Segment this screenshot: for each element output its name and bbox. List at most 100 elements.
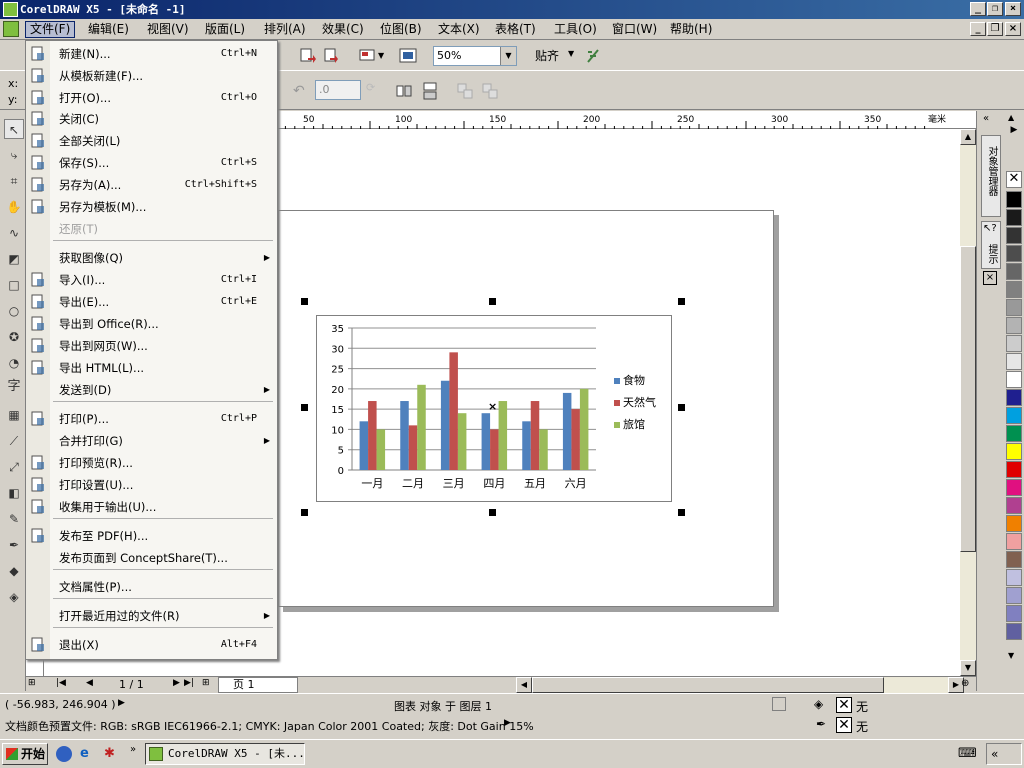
ie-icon[interactable]: e <box>80 746 96 762</box>
group-icon[interactable] <box>455 81 475 101</box>
color-swatch[interactable] <box>1006 479 1022 496</box>
file-menu-item[interactable]: 打开最近用过的文件(R) ▶ <box>26 605 277 627</box>
zoom-level-combo[interactable]: 50% ▼ <box>433 46 517 66</box>
color-swatch[interactable] <box>1006 425 1022 442</box>
crop-tool-icon[interactable]: ⌗ <box>4 171 24 191</box>
fill-none-swatch-icon[interactable]: ✕ <box>836 697 852 713</box>
object-manager-tab[interactable]: 对象管理器 <box>981 135 1001 217</box>
rotation-angle-field[interactable]: .0 <box>315 80 361 100</box>
file-menu-item[interactable]: 打开(O)... Ctrl+O <box>26 87 277 109</box>
smart-fill-icon[interactable]: ◩ <box>4 249 24 269</box>
ungroup-icon[interactable] <box>480 81 500 101</box>
file-menu-item[interactable]: 获取图像(Q) ▶ <box>26 247 277 269</box>
color-swatch[interactable] <box>1006 569 1022 586</box>
file-menu-item[interactable]: 新建(N)... Ctrl+N <box>26 43 277 65</box>
color-swatch[interactable] <box>1006 227 1022 244</box>
dimension-tool-icon[interactable]: ⟋ <box>4 431 24 451</box>
rotate-icon[interactable]: ⟳ <box>366 81 386 101</box>
vertical-scrollbar[interactable]: ▲ ▼ <box>960 129 976 676</box>
color-swatch[interactable] <box>1006 533 1022 550</box>
menu-tools[interactable]: 工具(O) <box>550 21 601 38</box>
file-menu-item[interactable]: 还原(T) <box>26 218 277 240</box>
menu-arrange[interactable]: 排列(A) <box>260 21 310 38</box>
file-menu-item[interactable]: 另存为模板(M)... <box>26 196 277 218</box>
file-menu-item[interactable]: 发布至 PDF(H)... <box>26 525 277 547</box>
profile-arrow-icon[interactable]: ▶ <box>504 718 511 728</box>
menu-text[interactable]: 文本(X) <box>434 21 484 38</box>
color-swatch[interactable] <box>1006 389 1022 406</box>
ellipse-tool-icon[interactable]: ○ <box>4 301 24 321</box>
undo-rotate-icon[interactable]: ↶ <box>293 81 313 101</box>
color-swatch[interactable] <box>1006 371 1022 388</box>
collapse-docker-icon[interactable]: « <box>983 113 989 124</box>
menu-layout[interactable]: 版面(L) <box>201 21 249 38</box>
freehand-tool-icon[interactable]: ∿ <box>4 223 24 243</box>
selection-handle[interactable] <box>489 509 496 516</box>
app-launcher-dropdown-icon[interactable]: ▼ <box>378 46 398 66</box>
outline-none-swatch-icon[interactable]: ✕ <box>836 717 852 733</box>
interactive-fill-icon[interactable]: ◈ <box>4 587 24 607</box>
file-menu-item[interactable]: 全部关闭(L) <box>26 130 277 152</box>
file-menu-item[interactable]: 收集用于输出(U)... <box>26 496 277 518</box>
restore-button[interactable]: ❐ <box>987 2 1003 16</box>
color-swatch[interactable] <box>1006 299 1022 316</box>
basic-shapes-icon[interactable]: ◔ <box>4 353 24 373</box>
no-color-swatch-icon[interactable]: ✕ <box>1006 171 1022 188</box>
menu-table[interactable]: 表格(T) <box>491 21 540 38</box>
file-menu-item[interactable]: 导入(I)... Ctrl+I <box>26 269 277 291</box>
file-menu-item[interactable]: 另存为(A)... Ctrl+Shift+S <box>26 174 277 196</box>
taskbar-coreldraw-item[interactable]: CorelDRAW X5 - [未... <box>145 743 305 765</box>
h-scroll-thumb[interactable] <box>532 677 884 693</box>
blend-tool-icon[interactable]: ◧ <box>4 483 24 503</box>
color-profile-info[interactable]: 文档颜色预置文件: RGB: sRGB IEC61966-2.1; CMYK: … <box>5 718 534 734</box>
menu-file[interactable]: 文件(F) <box>25 21 76 38</box>
app-launcher-icon[interactable] <box>358 46 378 66</box>
pan-tool-icon[interactable]: ✋ <box>4 197 24 217</box>
color-swatch[interactable] <box>1006 407 1022 424</box>
menu-effects[interactable]: 效果(C) <box>318 21 368 38</box>
color-swatch[interactable] <box>1006 515 1022 532</box>
rectangle-tool-icon[interactable]: □ <box>4 275 24 295</box>
color-swatch[interactable] <box>1006 623 1022 640</box>
color-swatch[interactable] <box>1006 335 1022 352</box>
welcome-screen-icon[interactable] <box>398 46 418 66</box>
color-swatch[interactable] <box>1006 497 1022 514</box>
snap-to-label[interactable]: 贴齐 <box>535 47 559 64</box>
import-toolbar-icon[interactable] <box>298 46 318 66</box>
minimize-button[interactable]: _ <box>970 2 986 16</box>
scroll-up-icon[interactable]: ▲ <box>960 129 976 145</box>
selection-handle[interactable] <box>301 509 308 516</box>
doc-restore-button[interactable]: ❐ <box>987 22 1003 36</box>
scroll-thumb[interactable] <box>960 246 976 552</box>
file-menu-item[interactable]: 保存(S)... Ctrl+S <box>26 152 277 174</box>
mirror-horizontal-icon[interactable] <box>394 81 414 101</box>
options-icon[interactable] <box>584 46 604 66</box>
pick-tool-icon[interactable]: ↖ <box>4 119 24 139</box>
menu-help[interactable]: 帮助(H) <box>666 21 716 38</box>
color-swatch[interactable] <box>1006 263 1022 280</box>
color-swatch[interactable] <box>1006 587 1022 604</box>
shape-tool-icon[interactable]: ⤷ <box>4 145 24 165</box>
palette-scroll-down-icon[interactable]: ▼ <box>1008 651 1014 660</box>
table-tool-icon[interactable]: ▦ <box>4 405 24 425</box>
color-swatch[interactable] <box>1006 209 1022 226</box>
selection-handle[interactable] <box>678 298 685 305</box>
selection-handle[interactable] <box>678 509 685 516</box>
coords-arrow-icon[interactable]: ▶ <box>118 698 125 708</box>
doc-close-button[interactable]: × <box>1005 22 1021 36</box>
color-swatch[interactable] <box>1006 605 1022 622</box>
eyedropper-tool-icon[interactable]: ✎ <box>4 509 24 529</box>
media-player-icon[interactable] <box>56 746 72 762</box>
quicklaunch-more-icon[interactable]: » <box>130 744 136 755</box>
color-swatch[interactable] <box>1006 353 1022 370</box>
add-page-icon[interactable]: ⊞ <box>28 678 40 692</box>
first-page-icon[interactable]: |◀ <box>56 678 66 688</box>
file-menu-item[interactable]: 导出到网页(W)... <box>26 335 277 357</box>
last-page-icon[interactable]: ▶| <box>184 678 194 688</box>
text-tool-icon[interactable]: 字 <box>4 377 24 397</box>
file-menu-item[interactable]: 退出(X) Alt+F4 <box>26 634 277 656</box>
color-swatch[interactable] <box>1006 191 1022 208</box>
file-menu-item[interactable]: 打印(P)... Ctrl+P <box>26 408 277 430</box>
selection-handle[interactable] <box>489 298 496 305</box>
keyboard-tray-icon[interactable]: ⌨ <box>958 746 977 761</box>
